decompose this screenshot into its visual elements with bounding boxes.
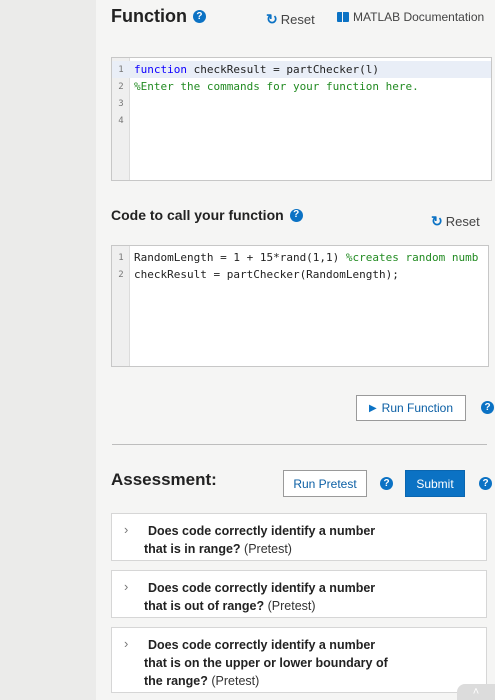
test-line: Does code correctly identify a number [148, 638, 376, 652]
assessment-title-label: Assessment: [111, 470, 217, 489]
function-title-label: Function [111, 6, 187, 26]
assessment-title: Assessment: [111, 470, 217, 490]
test-line-tail: that is in range? [144, 542, 241, 556]
code-comment: %Enter the commands for your function he… [134, 80, 419, 93]
scroll-up-button[interactable]: ˄ [457, 684, 495, 700]
run-pretest-label: Run Pretest [293, 476, 357, 491]
call-title-label: Code to call your function [111, 207, 284, 223]
code-line[interactable]: 3 [112, 95, 491, 112]
test-line-tail: the range? [144, 674, 208, 688]
pretest-tag: (Pretest) [244, 542, 292, 556]
code-text: checkResult = partChecker(RandomLength); [134, 268, 399, 281]
line-number: 2 [118, 269, 124, 280]
submit-label: Submit [416, 476, 454, 491]
code-line[interactable]: 2 %Enter the commands for your function … [112, 78, 491, 95]
call-reset-button[interactable]: ↻ Reset [431, 213, 480, 230]
submit-button[interactable]: Submit [405, 470, 465, 497]
code-line[interactable]: 4 [112, 112, 491, 129]
code-line[interactable]: 2 checkResult = partChecker(RandomLength… [112, 266, 488, 283]
reset-label: Reset [280, 12, 315, 27]
test-line: Does code correctly identify a number [148, 581, 376, 595]
help-icon[interactable]: ? [192, 10, 206, 23]
matlab-documentation-link[interactable]: MATLAB Documentation [337, 10, 484, 24]
test-description: Does code correctly identify a number th… [144, 579, 375, 615]
test-line: that is on the upper or lower boundary o… [144, 656, 388, 670]
run-function-label: Run Function [381, 401, 454, 415]
pretest-tag: (Pretest) [211, 674, 260, 688]
code-line[interactable]: 1 RandomLength = 1 + 15*rand(1,1) %creat… [112, 249, 488, 266]
code-text: checkResult = partChecker(l) [186, 63, 380, 76]
code-comment: %creates random numb [345, 251, 479, 264]
call-section-title: Code to call your function ? [111, 207, 303, 223]
help-icon[interactable]: ? [289, 208, 303, 222]
line-number: 1 [118, 252, 124, 263]
left-panel [0, 0, 96, 700]
chevron-up-icon: ˄ [472, 686, 480, 698]
code-keyword: function [134, 63, 187, 76]
test-description: Does code correctly identify a number th… [144, 522, 375, 558]
doc-label: MATLAB Documentation [353, 10, 485, 24]
line-number: 2 [118, 81, 124, 92]
test-line-tail: that is out of range? [144, 599, 265, 613]
book-icon [337, 12, 349, 22]
run-function-button[interactable]: ▶ Run Function [356, 395, 466, 421]
chevron-right-icon: › [124, 522, 129, 537]
function-title: Function ? [111, 6, 206, 27]
pretest-tag: (Pretest) [267, 599, 316, 613]
reset-label: Reset [445, 214, 480, 229]
play-triangle-icon: ▶ [368, 402, 377, 414]
test-description: Does code correctly identify a number th… [144, 636, 388, 690]
line-number: 4 [118, 115, 124, 126]
help-icon[interactable]: ? [481, 401, 494, 414]
call-editor[interactable]: 1 RandomLength = 1 + 15*rand(1,1) %creat… [111, 245, 489, 367]
function-editor[interactable]: 1 function checkResult = partChecker(l) … [111, 57, 492, 181]
code-line[interactable]: 1 function checkResult = partChecker(l) [112, 61, 491, 78]
test-item[interactable]: › Does code correctly identify a number … [111, 513, 487, 561]
help-icon[interactable]: ? [380, 477, 393, 490]
code-text: RandomLength = 1 + 15*rand(1,1) [134, 251, 346, 264]
test-item[interactable]: › Does code correctly identify a number … [111, 627, 487, 693]
run-pretest-button[interactable]: Run Pretest [283, 470, 367, 497]
test-line: Does code correctly identify a number [148, 524, 376, 538]
help-icon[interactable]: ? [479, 477, 492, 490]
function-reset-button[interactable]: ↻ Reset [266, 11, 315, 28]
reset-icon: ↻ [266, 11, 278, 27]
test-item[interactable]: › Does code correctly identify a number … [111, 570, 487, 618]
chevron-right-icon: › [124, 579, 129, 594]
reset-icon: ↻ [431, 213, 443, 229]
section-divider [112, 444, 487, 445]
chevron-right-icon: › [124, 636, 129, 651]
line-number: 1 [118, 64, 124, 75]
line-number: 3 [118, 98, 124, 109]
